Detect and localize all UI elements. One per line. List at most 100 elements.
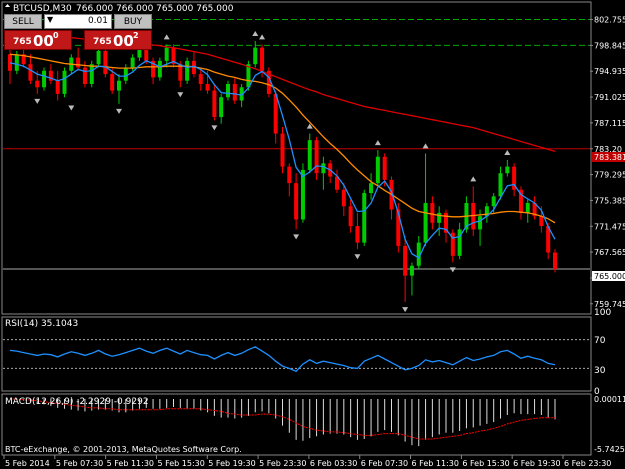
candle-body <box>505 166 510 174</box>
candle-body <box>403 245 408 276</box>
fractal-down-icon <box>68 105 75 111</box>
sell-button[interactable]: SELL <box>4 14 42 29</box>
time-tick-label: 5 Feb 19:30 <box>208 459 255 468</box>
rsi-line <box>9 346 556 373</box>
candle-body <box>382 156 387 180</box>
price-tick-label: 767.565 <box>594 248 625 257</box>
rsi-tick-30: 30 <box>594 366 606 376</box>
candle-body <box>348 206 353 227</box>
candle-body <box>82 67 87 84</box>
rsi-title: RSI(14) 35.1043 <box>5 319 78 329</box>
candle-body <box>300 169 305 220</box>
candle-body <box>260 47 265 71</box>
macd-tick-bottom: -5.7425 <box>594 445 625 454</box>
rsi-tick-70: 70 <box>594 336 606 346</box>
candle-body <box>498 173 503 197</box>
candle-body <box>307 140 312 170</box>
time-tick-label: 5 Feb 15:30 <box>157 459 204 468</box>
time-tick-label: 5 Feb 07:30 <box>56 459 103 468</box>
fractal-down-icon <box>211 125 218 131</box>
fractal-down-icon <box>449 267 456 273</box>
candle-body <box>226 84 230 98</box>
fractal-down-icon <box>293 234 300 240</box>
candle-body <box>76 57 81 68</box>
time-tick-label: 6 Feb 15:30 <box>462 459 509 468</box>
rsi-tick-100: 100 <box>594 308 611 318</box>
ohlc-readout: 766.000 766.000 765.000 765.000 <box>76 4 234 14</box>
candle-body <box>198 74 203 84</box>
candle-body <box>423 202 428 243</box>
rsi-plot <box>3 339 590 373</box>
lot-down-arrow-icon[interactable]: ▼ <box>47 15 53 24</box>
candle-body <box>28 64 33 81</box>
candle-body <box>89 64 94 84</box>
chart-canvas[interactable]: 802.755798.845794.935791.025787.115783.2… <box>0 0 625 469</box>
candle-body <box>55 80 60 94</box>
candle-body <box>294 183 299 220</box>
candle-body <box>164 47 169 61</box>
candle-body <box>185 60 190 81</box>
fractal-up-icon <box>504 150 511 155</box>
price-axis: 802.755798.845794.935791.025787.115783.2… <box>590 16 625 309</box>
candle-body <box>130 57 135 68</box>
candle-body <box>14 54 19 71</box>
fractal-up-icon <box>470 176 477 182</box>
candle-body <box>219 97 224 118</box>
candle-body <box>280 133 285 167</box>
candle-body <box>437 212 442 223</box>
sell-price-big: 00 <box>33 32 54 50</box>
lot-size-input[interactable]: ▼ 0.01 <box>44 14 112 29</box>
macd-title: MACD(12,26,9) -2.2929 -0.9292 <box>5 397 149 407</box>
candle-body <box>35 80 40 88</box>
time-tick-label: 6 Feb 03:30 <box>310 459 357 468</box>
candle-body <box>123 67 128 81</box>
candle-body <box>42 70 47 88</box>
fractal-down-icon <box>402 307 409 313</box>
fractal-up-icon <box>259 34 266 40</box>
candle-body <box>287 166 292 184</box>
current-price-label: 765.000 <box>594 272 625 281</box>
fractal-up-icon <box>252 31 259 37</box>
lot-size-value: 0.01 <box>87 16 108 26</box>
buy-price-small: 765 <box>93 37 112 47</box>
candle-body <box>362 193 367 243</box>
time-tick-label: 6 Feb 11:30 <box>412 459 459 468</box>
candle-body <box>478 216 483 230</box>
candle-body <box>62 70 67 94</box>
candle-body <box>525 202 530 213</box>
price-tick-label: 771.475 <box>594 222 625 231</box>
price-tick-label: 794.935 <box>594 67 625 76</box>
fractal-down-icon <box>34 98 41 104</box>
chart-title: BTCUSD,M30 <box>13 4 72 14</box>
candle-body <box>212 90 217 118</box>
price-tick-label: 779.295 <box>594 171 625 180</box>
collapse-arrow-icon[interactable] <box>5 4 10 7</box>
candle-body <box>157 60 162 78</box>
time-tick-label: 6 Feb 19:30 <box>513 459 560 468</box>
candle-body <box>491 196 496 207</box>
buy-button[interactable]: BUY <box>114 14 152 29</box>
price-tick-label: 775.385 <box>594 196 625 205</box>
candle-body <box>430 202 435 223</box>
buy-price-big: 00 <box>113 32 134 50</box>
candle-body <box>539 216 544 227</box>
time-tick-label: 6 Feb 23:30 <box>564 459 611 468</box>
fractal-up-icon <box>163 34 170 40</box>
buy-price-box[interactable]: 765 00 2 <box>84 30 152 50</box>
time-tick-label: 5 Feb 11:30 <box>107 459 154 468</box>
red-line-price-label: 783.381 <box>594 153 625 162</box>
candle-body <box>232 84 237 101</box>
price-tick-label: 798.845 <box>594 41 625 50</box>
macd-tick-top: 0.00011 <box>594 395 625 404</box>
price-tick-label: 791.025 <box>594 93 625 102</box>
fractal-up-icon <box>422 143 429 149</box>
candle-body <box>341 189 346 207</box>
time-tick-label: 5 Feb 23:30 <box>259 459 306 468</box>
fractal-up-icon <box>374 140 381 146</box>
sell-price-box[interactable]: 765 00 0 <box>4 30 72 50</box>
copyright-text: BTC-eExchange, © 2001-2013, MetaQuotes S… <box>5 445 242 454</box>
fractal-down-icon <box>177 92 184 98</box>
candle-body <box>205 84 210 91</box>
price-tick-label: 787.115 <box>594 119 625 128</box>
sell-price-small: 765 <box>13 37 32 47</box>
